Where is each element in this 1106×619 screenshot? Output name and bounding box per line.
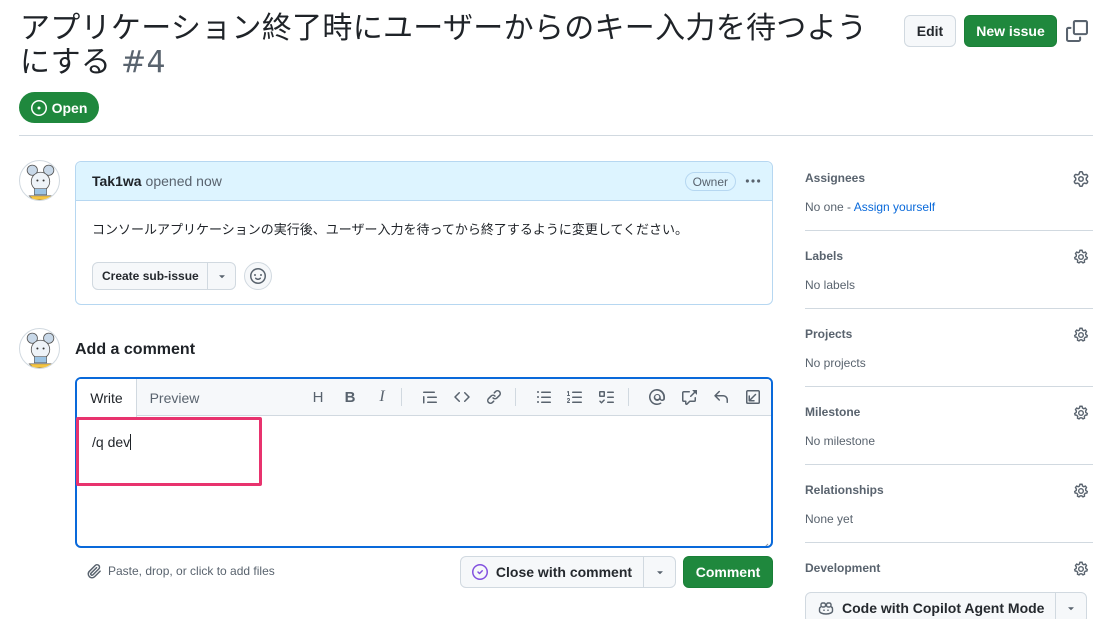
create-sub-issue-label[interactable]: Create sub-issue xyxy=(93,263,208,289)
smiley-icon xyxy=(250,268,266,284)
sidebar-development: Development xyxy=(805,561,1093,577)
sidebar-divider xyxy=(805,542,1093,543)
issue-title: アプリケーション終了時にユーザーからのキー入力を待つようにする #4 xyxy=(20,12,890,80)
sidebar-divider xyxy=(805,230,1093,231)
tab-preview[interactable]: Preview xyxy=(137,379,212,416)
assignees-value: No one - Assign yourself xyxy=(805,200,1093,214)
sidebar-relationships: Relationships None yet xyxy=(805,483,1093,526)
issue-state-badge: Open xyxy=(19,92,99,123)
attach-files-hint[interactable]: Paste, drop, or click to add files xyxy=(86,563,275,579)
milestone-value: No milestone xyxy=(805,434,876,448)
ordered-list-icon[interactable] xyxy=(566,388,584,406)
bold-icon[interactable]: B xyxy=(341,388,359,406)
add-comment-heading: Add a comment xyxy=(75,341,196,358)
editor-toolbar: Write Preview H B I xyxy=(77,379,771,417)
triangle-down-icon[interactable] xyxy=(644,557,675,587)
copilot-agent-button[interactable]: Code with Copilot Agent Mode xyxy=(805,592,1087,619)
sidebar-divider xyxy=(805,308,1093,309)
author-avatar[interactable] xyxy=(19,160,60,201)
close-with-comment-label: Close with comment xyxy=(495,564,633,580)
labels-value: No labels xyxy=(805,278,856,292)
copy-link-icon[interactable] xyxy=(1066,20,1088,42)
link-icon[interactable] xyxy=(485,388,503,406)
owner-badge: Owner xyxy=(684,172,736,191)
gear-icon[interactable] xyxy=(1073,561,1089,577)
cross-reference-icon[interactable] xyxy=(680,388,698,406)
gear-icon[interactable] xyxy=(1073,483,1089,499)
sidebar-milestone: Milestone No milestone xyxy=(805,405,1093,448)
milestone-label: Milestone xyxy=(805,405,861,419)
unordered-list-icon[interactable] xyxy=(535,388,553,406)
comment-submit-button[interactable]: Comment xyxy=(683,556,773,588)
copilot-agent-main[interactable]: Code with Copilot Agent Mode xyxy=(806,593,1056,619)
gear-icon[interactable] xyxy=(1073,327,1089,343)
development-label: Development xyxy=(805,561,881,575)
copilot-agent-label: Code with Copilot Agent Mode xyxy=(842,600,1045,616)
close-with-comment-main[interactable]: Close with comment xyxy=(461,557,644,587)
fullscreen-icon[interactable] xyxy=(744,388,762,406)
gear-icon[interactable] xyxy=(1073,171,1089,187)
assign-yourself-link[interactable]: Assign yourself xyxy=(854,200,935,214)
reply-icon[interactable] xyxy=(712,388,730,406)
projects-label: Projects xyxy=(805,327,853,341)
quote-icon[interactable] xyxy=(421,388,439,406)
sidebar-divider xyxy=(805,464,1093,465)
copilot-icon xyxy=(818,602,834,615)
comment-header: Tak1wa opened now xyxy=(76,162,772,201)
sidebar-divider xyxy=(805,386,1093,387)
labels-label: Labels xyxy=(805,249,844,263)
relationships-value: None yet xyxy=(805,512,854,526)
comment-author[interactable]: Tak1wa xyxy=(92,173,142,189)
header-divider xyxy=(19,135,1093,136)
comment-meta[interactable]: opened now xyxy=(146,173,222,189)
triangle-down-icon[interactable] xyxy=(208,263,235,289)
assignees-label: Assignees xyxy=(805,171,866,185)
issue-body-comment: Tak1wa opened now Owner コンソールアプリケーションの実行… xyxy=(75,161,773,305)
issue-open-icon xyxy=(30,99,47,116)
mention-icon[interactable] xyxy=(648,388,666,406)
italic-icon[interactable]: I xyxy=(373,388,391,406)
gear-icon[interactable] xyxy=(1073,249,1089,265)
attach-files-label: Paste, drop, or click to add files xyxy=(108,564,275,578)
new-issue-button[interactable]: New issue xyxy=(964,15,1057,47)
toolbar-separator xyxy=(401,388,402,406)
add-reaction-button[interactable] xyxy=(244,262,272,290)
resize-handle-icon[interactable] xyxy=(761,536,769,546)
comment-body-text: コンソールアプリケーションの実行後、ユーザー入力を待ってから終了するように変更し… xyxy=(92,223,689,238)
sidebar-labels: Labels No labels xyxy=(805,249,1093,292)
relationships-label: Relationships xyxy=(805,483,884,497)
tasklist-icon[interactable] xyxy=(597,388,615,406)
assignees-empty-text: No one - xyxy=(805,200,854,214)
issue-number: #4 xyxy=(121,45,166,80)
tab-write[interactable]: Write xyxy=(77,379,137,417)
edit-button[interactable]: Edit xyxy=(904,15,956,47)
close-with-comment-button[interactable]: Close with comment xyxy=(460,556,676,588)
kebab-menu-icon[interactable] xyxy=(744,172,762,190)
create-sub-issue-button[interactable]: Create sub-issue xyxy=(92,262,236,290)
code-icon[interactable] xyxy=(453,388,471,406)
current-user-avatar[interactable] xyxy=(19,328,60,369)
paperclip-icon xyxy=(87,564,101,579)
sidebar-projects: Projects No projects xyxy=(805,327,1093,370)
annotation-highlight-box xyxy=(76,417,262,486)
toolbar-separator xyxy=(515,388,516,406)
toolbar-separator xyxy=(628,388,629,406)
heading-icon[interactable]: H xyxy=(309,388,327,406)
issue-closed-icon xyxy=(471,564,488,580)
sidebar-assignees: Assignees No one - Assign yourself xyxy=(805,171,1093,214)
gear-icon[interactable] xyxy=(1073,405,1089,421)
projects-value: No projects xyxy=(805,356,866,370)
issue-state-label: Open xyxy=(51,99,88,116)
triangle-down-icon[interactable] xyxy=(1056,593,1086,619)
